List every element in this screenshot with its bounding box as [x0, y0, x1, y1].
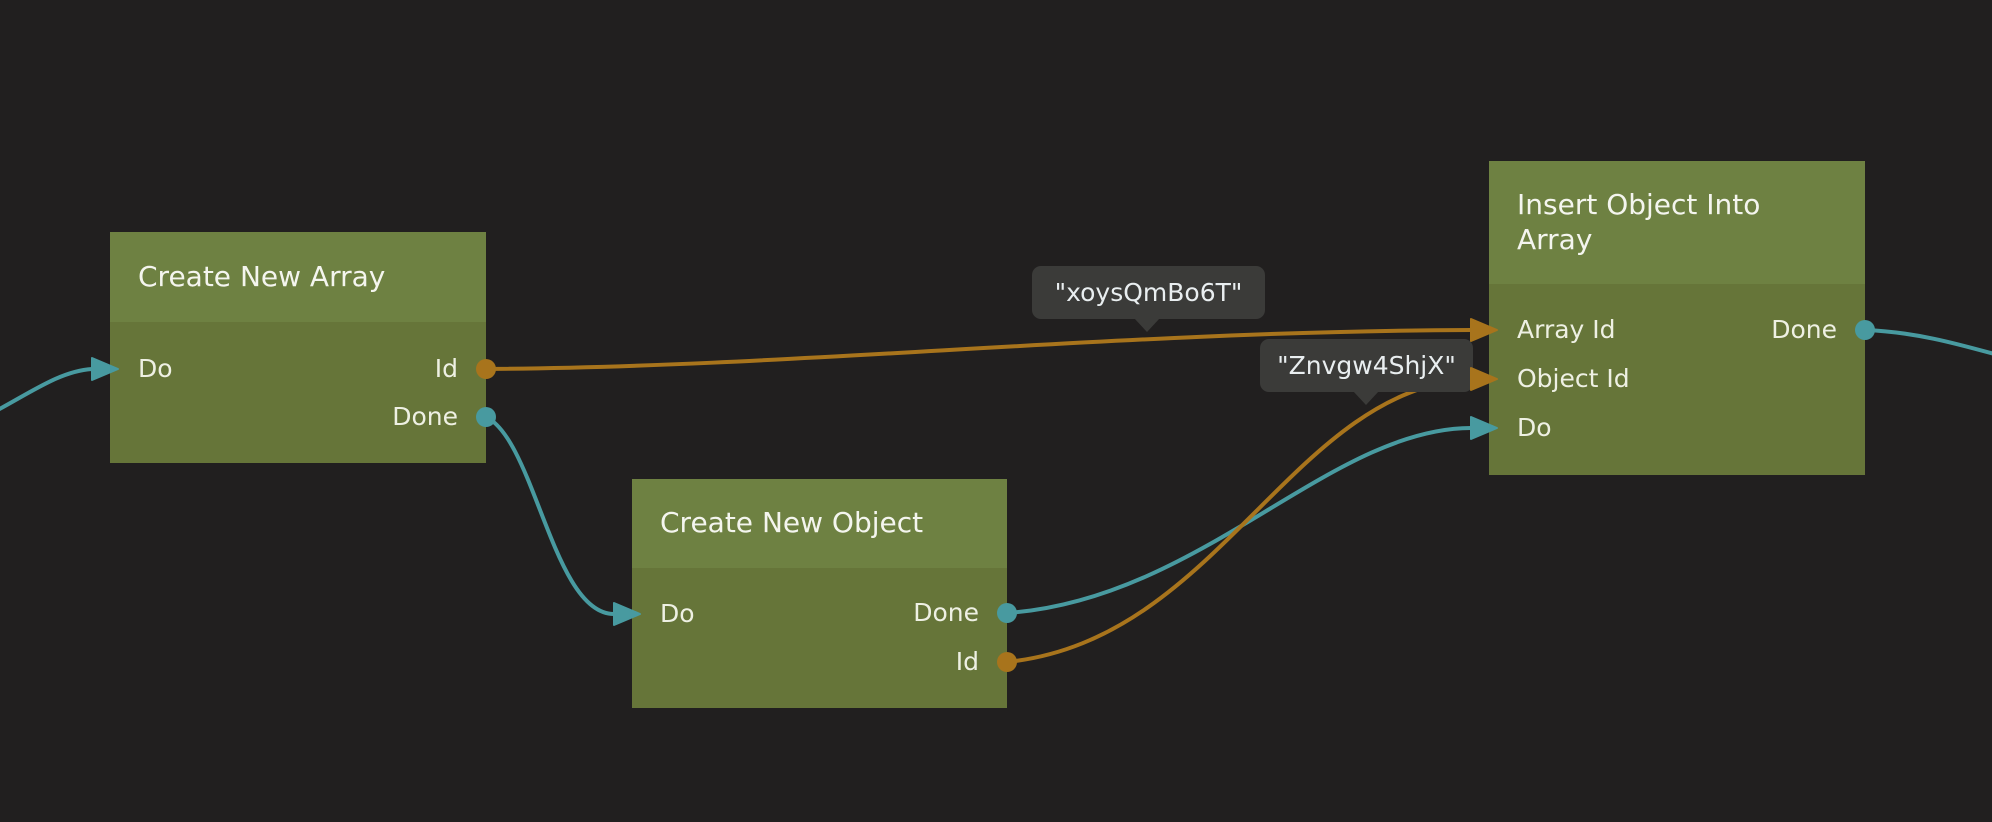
wire-create-new-array.done-to-create-new-object.do[interactable] [486, 417, 614, 614]
wire-insert-object-into-array.done-to-canvas-right-edge[interactable] [1865, 330, 1992, 355]
node-title: Create New Object [660, 506, 923, 540]
output-port-circle-icon-insert-object-into-array-done[interactable] [1855, 320, 1875, 340]
output-port-circle-icon-create-new-object-id[interactable] [997, 652, 1017, 672]
bubble-pointer-icon [1353, 391, 1379, 405]
node-insert-object-into-array[interactable]: Insert Object Into Array Array Id Object I… [1489, 161, 1865, 475]
node-header[interactable]: Create New Array [110, 232, 486, 322]
node-body [632, 568, 1007, 708]
wire-value-text: "xoysQmBo6T" [1055, 278, 1243, 307]
port-label-create-new-array-do: Do [138, 354, 173, 384]
node-create-new-object[interactable]: Create New Object Do Done Id [632, 479, 1007, 708]
port-label-insert-object-into-array-object-id: Object Id [1517, 364, 1630, 394]
port-label-create-new-array-id: Id [435, 354, 458, 384]
node-graph-canvas[interactable]: Create New ArrayDoIdDoneCreate New Objec… [0, 0, 1992, 822]
node-create-new-array[interactable]: Create New Array Do Id Done [110, 232, 486, 463]
wire-create-new-object.id-to-insert-object-into-array.object-id[interactable] [1007, 379, 1471, 662]
bubble-pointer-icon [1134, 318, 1160, 332]
port-label-insert-object-into-array-do: Do [1517, 413, 1552, 443]
port-label-insert-object-into-array-array-id: Array Id [1517, 315, 1616, 345]
wire-value-text: "Znvgw4ShjX" [1277, 351, 1456, 380]
node-header[interactable]: Create New Object [632, 479, 1007, 568]
port-label-create-new-object-do: Do [660, 599, 695, 629]
port-label-create-new-object-done: Done [913, 598, 979, 628]
output-port-circle-icon-create-new-array-done[interactable] [476, 407, 496, 427]
port-label-insert-object-into-array-done: Done [1771, 315, 1837, 345]
wire-value-bubble[interactable]: "Znvgw4ShjX" [1260, 339, 1473, 392]
output-port-circle-icon-create-new-object-done[interactable] [997, 603, 1017, 623]
port-label-create-new-object-id: Id [956, 647, 979, 677]
wire-create-new-object.done-to-insert-object-into-array.do[interactable] [1007, 428, 1471, 613]
node-header[interactable]: Insert Object Into Array [1489, 161, 1865, 284]
node-title: Insert Object Into Array [1517, 188, 1837, 256]
output-port-circle-icon-create-new-array-id[interactable] [476, 359, 496, 379]
port-label-create-new-array-done: Done [392, 402, 458, 432]
node-body [110, 322, 486, 463]
wire-value-bubble[interactable]: "xoysQmBo6T" [1032, 266, 1265, 319]
node-title: Create New Array [138, 260, 385, 294]
wire-canvas-left-edge-to-create-new-array.do[interactable] [0, 369, 92, 412]
